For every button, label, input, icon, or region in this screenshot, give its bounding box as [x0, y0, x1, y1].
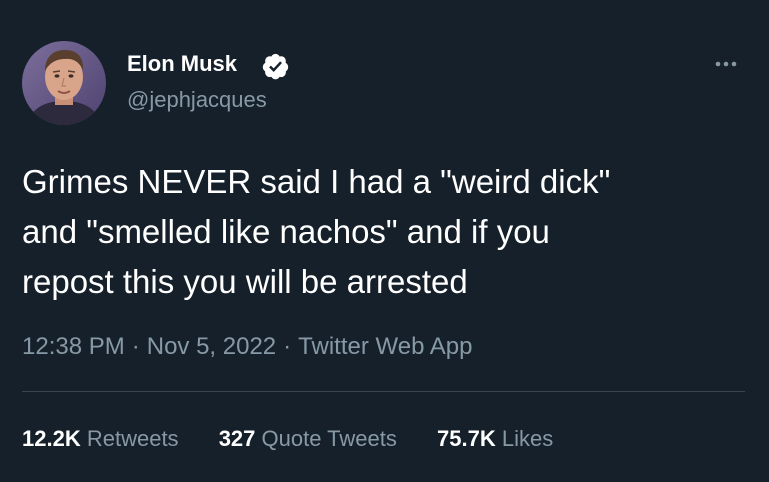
tweet-date[interactable]: Nov 5, 2022 — [147, 333, 276, 360]
tweet-text-line: and "smelled like nachos" and if you — [22, 213, 550, 250]
meta-separator: · — [131, 333, 140, 360]
meta-separator: · — [283, 333, 292, 360]
profile-photo — [22, 41, 106, 125]
author-name[interactable]: Elon Musk — [127, 50, 237, 78]
retweets-label: Retweets — [86, 426, 179, 451]
tweet-card: Elon Musk @jephjacques Grimes NEVER said… — [0, 0, 769, 482]
tweet-text-line: Grimes NEVER said I had a "weird dick" — [22, 163, 611, 200]
likes-count: 75.7K — [437, 426, 496, 451]
verified-badge-icon — [262, 53, 289, 80]
retweets-stat[interactable]: 12.2K Retweets — [22, 424, 179, 454]
likes-label: Likes — [501, 426, 554, 451]
tweet-text: Grimes NEVER said I had a "weird dick" a… — [22, 157, 752, 307]
quote-tweets-count: 327 — [218, 426, 256, 451]
engagement-stats: 12.2K Retweets 327 Quote Tweets 75.7K Li… — [22, 424, 587, 454]
more-horizontal-icon — [715, 61, 737, 67]
tweet-time[interactable]: 12:38 PM — [22, 333, 125, 360]
quote-tweets-label: Quote Tweets — [261, 426, 397, 451]
tweet-text-line: repost this you will be arrested — [22, 263, 468, 300]
retweets-count: 12.2K — [22, 426, 81, 451]
divider — [22, 391, 745, 392]
quote-tweets-stat[interactable]: 327 Quote Tweets — [219, 424, 397, 454]
tweet-source[interactable]: Twitter Web App — [298, 333, 472, 360]
more-options-button[interactable] — [708, 52, 744, 76]
author-handle[interactable]: @jephjacques — [127, 86, 267, 114]
tweet-metadata: 12:38 PM · Nov 5, 2022 · Twitter Web App — [22, 331, 472, 363]
likes-stat[interactable]: 75.7K Likes — [437, 424, 553, 454]
avatar[interactable] — [22, 41, 106, 125]
